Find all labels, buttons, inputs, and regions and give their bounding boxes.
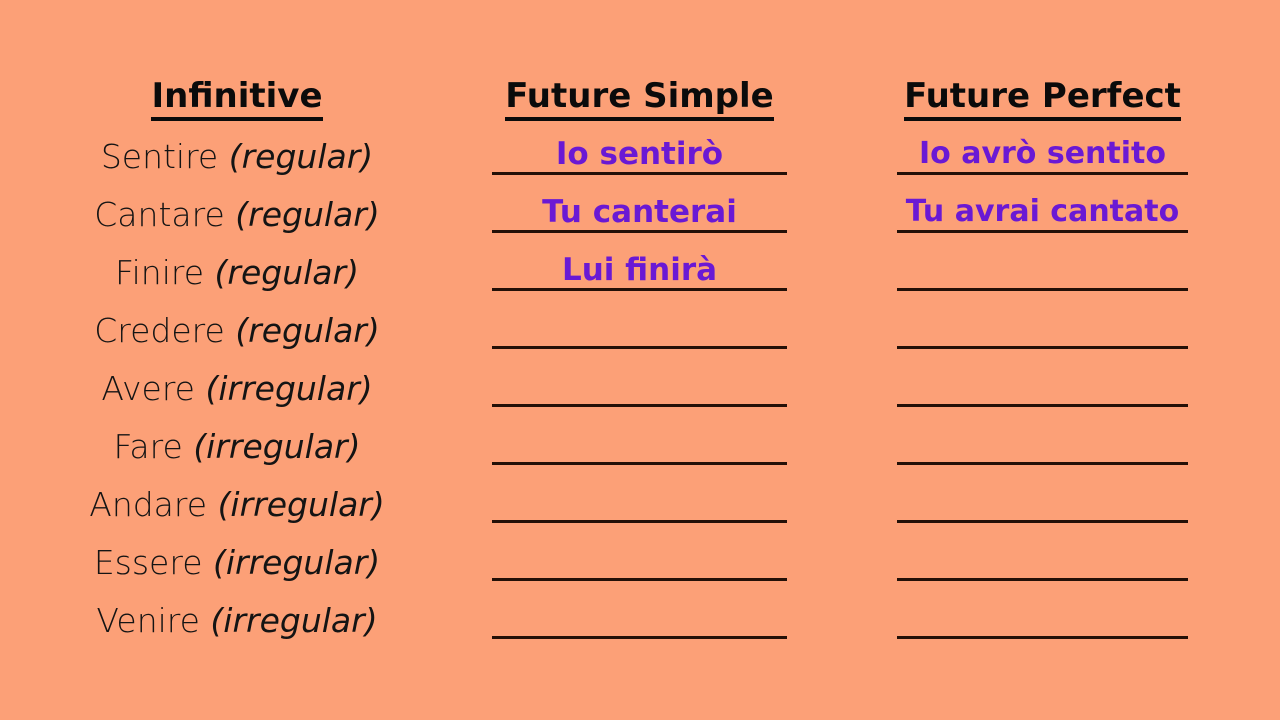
- verb-kind: (irregular): [213, 543, 381, 582]
- verb-kind: (regular): [228, 137, 374, 176]
- answer-blank-row[interactable]: [897, 233, 1188, 291]
- column-heading-future-perfect: Future Perfect: [897, 76, 1188, 121]
- verb-name: Venire: [96, 601, 200, 640]
- verb-name: Finire: [115, 253, 205, 292]
- answer-blank-row[interactable]: [897, 349, 1188, 407]
- verb-row: Sentire (regular): [37, 128, 437, 186]
- verb-kind: (regular): [235, 195, 380, 234]
- answer-blank-row[interactable]: [492, 465, 787, 523]
- answer-blank-row[interactable]: [492, 407, 787, 465]
- answer-blank-row[interactable]: [897, 581, 1188, 639]
- answer-blank-row[interactable]: [492, 291, 787, 349]
- verb-kind: (regular): [214, 253, 359, 292]
- verb-row: Credere (regular): [37, 302, 437, 360]
- future-perfect-answer-list: Io avrò sentito Tu avrai cantato: [897, 117, 1188, 639]
- verb-kind: (irregular): [205, 369, 373, 408]
- future-simple-answer-list: Io sentirò Tu canterai Lui finirà: [492, 117, 787, 639]
- infinitive-verb-list: Sentire (regular) Cantare (regular) Fini…: [37, 128, 437, 650]
- verb-name: Cantare: [94, 195, 225, 234]
- verb-row: Venire (irregular): [37, 592, 437, 650]
- verb-kind: (irregular): [210, 601, 378, 640]
- answer-text: Lui finirà: [561, 252, 718, 288]
- column-heading-future-simple-label: Future Simple: [505, 76, 774, 121]
- verb-row: Fare (irregular): [37, 418, 437, 476]
- column-heading-future-simple: Future Simple: [492, 76, 787, 121]
- answer-blank-row[interactable]: [492, 349, 787, 407]
- answer-blank-row[interactable]: [492, 523, 787, 581]
- verb-row: Cantare (regular): [37, 186, 437, 244]
- answer-text: Tu avrai cantato: [905, 194, 1180, 229]
- worksheet-canvas: Infinitive Sentire (regular) Cantare (re…: [0, 0, 1280, 720]
- verb-kind: (regular): [235, 311, 380, 350]
- column-future-simple: Future Simple Io sentirò Tu canterai Lui…: [492, 0, 787, 720]
- answer-blank-row[interactable]: [897, 407, 1188, 465]
- answer-blank-row[interactable]: [897, 465, 1188, 523]
- verb-name: Credere: [94, 311, 225, 350]
- verb-row: Andare (irregular): [37, 476, 437, 534]
- answer-blank-row[interactable]: [897, 523, 1188, 581]
- answer-blank-row[interactable]: [492, 581, 787, 639]
- column-future-perfect: Future Perfect Io avrò sentito Tu avrai …: [897, 0, 1188, 720]
- verb-row: Avere (irregular): [37, 360, 437, 418]
- answer-text: Io avrò sentito: [918, 136, 1166, 171]
- verb-row: Finire (regular): [37, 244, 437, 302]
- verb-kind: (irregular): [217, 485, 385, 524]
- column-heading-future-perfect-label: Future Perfect: [904, 76, 1181, 121]
- verb-name: Avere: [101, 369, 195, 408]
- column-infinitive: Infinitive Sentire (regular) Cantare (re…: [37, 0, 437, 720]
- column-heading-infinitive-label: Infinitive: [151, 76, 323, 121]
- verb-name: Fare: [113, 427, 183, 466]
- answer-blank-row[interactable]: Io avrò sentito: [897, 117, 1188, 175]
- answer-blank-row[interactable]: Tu avrai cantato: [897, 175, 1188, 233]
- verb-name: Sentire: [100, 137, 219, 176]
- answer-blank-row[interactable]: Tu canterai: [492, 175, 787, 233]
- answer-blank-row[interactable]: [897, 291, 1188, 349]
- verb-row: Essere (irregular): [37, 534, 437, 592]
- answer-blank-row[interactable]: Io sentirò: [492, 117, 787, 175]
- column-heading-infinitive: Infinitive: [37, 76, 437, 121]
- verb-name: Essere: [93, 543, 203, 582]
- verb-kind: (irregular): [193, 427, 361, 466]
- answer-text: Tu canterai: [542, 194, 737, 230]
- answer-text: Io sentirò: [555, 136, 724, 172]
- answer-blank-row[interactable]: Lui finirà: [492, 233, 787, 291]
- verb-name: Andare: [89, 485, 208, 524]
